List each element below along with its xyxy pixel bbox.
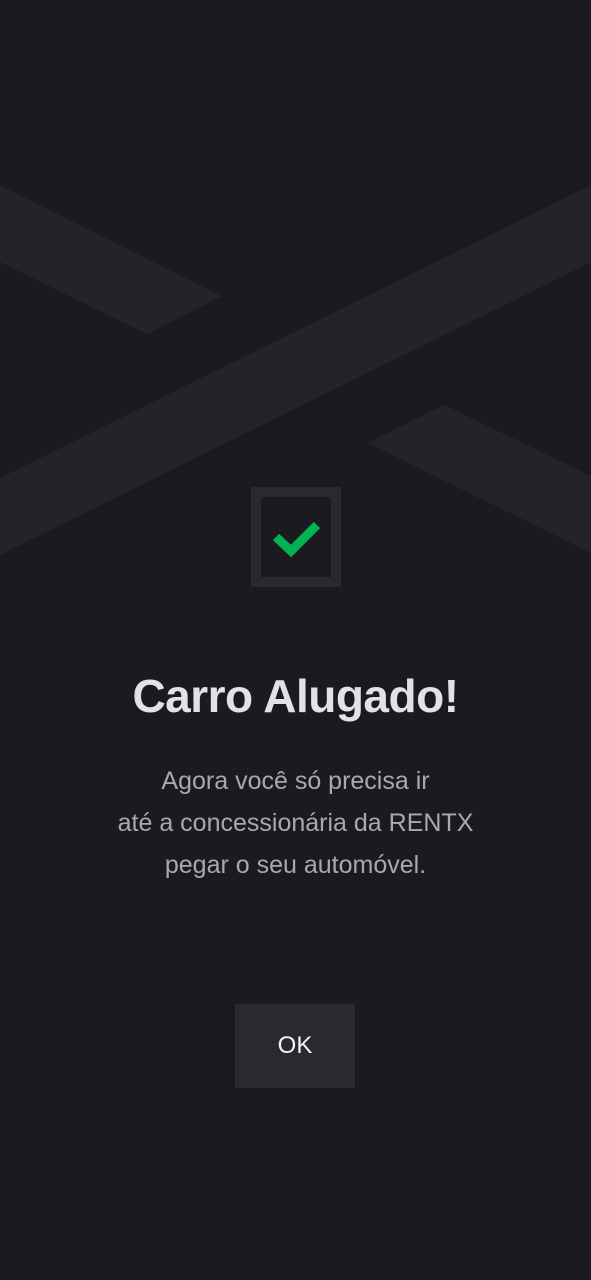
page-title: Carro Alugado! <box>132 670 459 722</box>
ok-button[interactable]: OK <box>235 1004 355 1088</box>
rentx-x-logo-icon <box>0 185 591 555</box>
message-line: Agora você só precisa ir <box>161 767 430 795</box>
confirmation-message: Agora você só precisa ir até a concessio… <box>60 760 531 886</box>
confirmation-screen: Carro Alugado! Agora você só precisa ir … <box>0 0 591 1280</box>
checkmark-icon <box>251 487 341 587</box>
message-line: pegar o seu automóvel. <box>164 851 427 879</box>
message-line: até a concessionária da RENTX <box>117 809 474 837</box>
